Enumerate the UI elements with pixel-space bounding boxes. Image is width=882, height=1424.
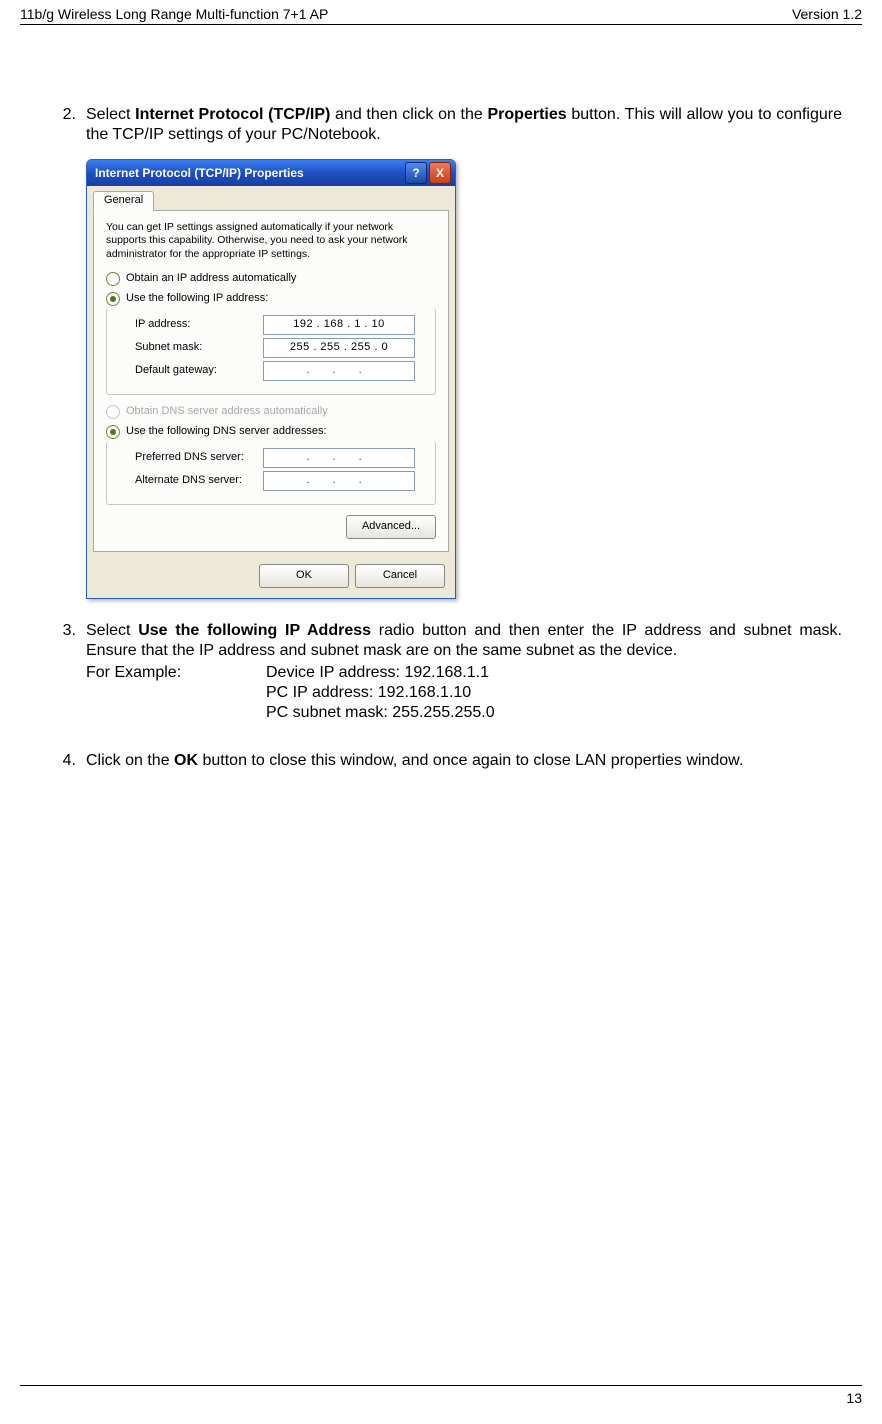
tab-general[interactable]: General [93,191,154,211]
example-pc-ip: PC IP address: 192.168.1.10 [266,683,842,703]
input-alternate-dns[interactable]: . . . [263,471,415,491]
input-subnet-mask[interactable]: 255 . 255 . 255 . 0 [263,338,415,358]
label-preferred-dns: Preferred DNS server: [135,451,263,465]
tcpip-dialog-screenshot: Internet Protocol (TCP/IP) Properties ? … [86,159,842,599]
step-4-number: 4. [40,751,86,771]
radio-icon [106,272,120,286]
ip-group: IP address: 192 . 168 . 1 . 10 Subnet ma… [106,308,436,395]
header-right: Version 1.2 [792,6,862,22]
close-button[interactable]: X [429,162,451,184]
header-left: 11b/g Wireless Long Range Multi-function… [20,6,328,22]
advanced-button[interactable]: Advanced... [346,515,436,539]
step-2-number: 2. [40,105,86,145]
dialog-title: Internet Protocol (TCP/IP) Properties [95,166,304,181]
tab-panel: You can get IP settings assigned automat… [93,210,449,552]
step-3-text: Select Use the following IP Address radi… [86,621,842,723]
radio-use-dns[interactable]: Use the following DNS server addresses: [106,425,436,439]
step-2: 2. Select Internet Protocol (TCP/IP) and… [40,105,842,145]
example-pc-mask: PC subnet mask: 255.255.255.0 [266,703,842,723]
example-device-ip: Device IP address: 192.168.1.1 [266,663,842,683]
page-number: 13 [20,1390,862,1406]
footer-rule [20,1385,862,1386]
step-3-number: 3. [40,621,86,723]
step-3: 3. Select Use the following IP Address r… [40,621,842,723]
ok-button[interactable]: OK [259,564,349,588]
radio-icon [106,292,120,306]
label-alternate-dns: Alternate DNS server: [135,474,263,488]
radio-icon [106,425,120,439]
radio-obtain-ip[interactable]: Obtain an IP address automatically [106,272,436,286]
dns-group: Preferred DNS server: . . . Alternate DN… [106,441,436,505]
dialog-titlebar: Internet Protocol (TCP/IP) Properties ? … [87,160,455,186]
dialog-description: You can get IP settings assigned automat… [106,221,436,262]
label-ip-address: IP address: [135,318,263,332]
input-preferred-dns[interactable]: . . . [263,448,415,468]
radio-use-ip[interactable]: Use the following IP address: [106,292,436,306]
label-default-gateway: Default gateway: [135,364,263,378]
radio-obtain-dns: Obtain DNS server address automatically [106,405,436,419]
step-2-text: Select Internet Protocol (TCP/IP) and th… [86,105,842,145]
input-default-gateway[interactable]: . . . [263,361,415,381]
input-ip-address[interactable]: 192 . 168 . 1 . 10 [263,315,415,335]
step-4: 4. Click on the OK button to close this … [40,751,842,771]
label-subnet-mask: Subnet mask: [135,341,263,355]
radio-icon [106,405,120,419]
cancel-button[interactable]: Cancel [355,564,445,588]
example-label: For Example: [86,663,266,683]
help-button[interactable]: ? [405,162,427,184]
step-4-text: Click on the OK button to close this win… [86,751,842,771]
